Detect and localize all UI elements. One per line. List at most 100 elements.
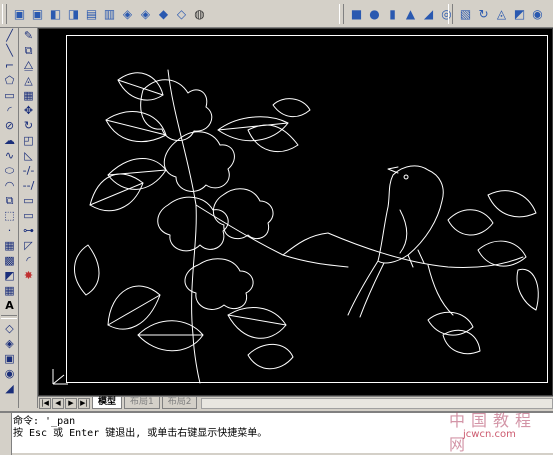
bird-head <box>387 166 399 174</box>
branch-stem <box>195 204 349 268</box>
3d-face-icon[interactable]: ◇ <box>1 321 18 336</box>
toolbar-grip[interactable] <box>339 4 344 24</box>
bird-body <box>377 165 444 264</box>
slice-icon[interactable]: ◬ <box>493 5 510 23</box>
leaf <box>89 173 144 212</box>
leaf <box>227 307 287 339</box>
view-back-icon[interactable]: ▥ <box>101 5 118 23</box>
layout-tabs-bar: |◀ ◀ ▶ ▶| 模型 布局1 布局2 <box>38 396 553 409</box>
cylinder-icon[interactable]: ▮ <box>384 5 401 23</box>
tab-model[interactable]: 模型 <box>92 397 123 409</box>
3d-box-icon[interactable]: ▣ <box>1 351 18 366</box>
branch-stem <box>167 69 201 384</box>
hatch-icon[interactable]: ▦ <box>1 238 18 253</box>
ellipse-arc-icon[interactable]: ◠ <box>1 178 18 193</box>
insert-block-icon[interactable]: ⧉ <box>1 193 18 208</box>
make-block-icon[interactable]: ⬚ <box>1 208 18 223</box>
view-left-icon[interactable]: ◧ <box>47 5 64 23</box>
circle-icon[interactable]: ⊘ <box>1 118 18 133</box>
bird-tail <box>347 260 385 318</box>
join-icon[interactable]: ⊶ <box>20 223 37 238</box>
flower <box>163 131 235 192</box>
ellipse-icon[interactable]: ⬭ <box>1 163 18 178</box>
3d-sphere-icon[interactable]: ◉ <box>1 366 18 381</box>
line-icon[interactable]: ╱ <box>1 28 18 43</box>
xline-icon[interactable]: ╲ <box>1 43 18 58</box>
toolbar-grip[interactable] <box>2 4 7 24</box>
break-at-point-icon[interactable]: ▭ <box>20 193 37 208</box>
solids-toolbar: ■ ● ▮ ▲ ◢ ◎ <box>339 3 455 25</box>
leaf <box>247 343 294 370</box>
iso-nw-icon[interactable]: ◇ <box>173 5 190 23</box>
polygon-icon[interactable]: ⬠ <box>1 73 18 88</box>
region-icon[interactable]: ◩ <box>1 268 18 283</box>
prev-tab-button[interactable]: ◀ <box>52 397 64 409</box>
section-icon[interactable]: ◩ <box>511 5 528 23</box>
camera-icon[interactable]: ◍ <box>191 5 208 23</box>
union-icon[interactable]: ◉ <box>529 5 546 23</box>
leaf <box>272 98 311 118</box>
stretch-icon[interactable]: ◺ <box>20 148 37 163</box>
solid-edit-toolbar: ▧ ↻ ◬ ◩ ◉ <box>448 3 546 25</box>
break-icon[interactable]: ▭ <box>20 208 37 223</box>
copy-icon[interactable]: ⧉ <box>20 43 37 58</box>
leaf <box>477 240 527 267</box>
view-front-icon[interactable]: ▤ <box>83 5 100 23</box>
gradient-icon[interactable]: ▩ <box>1 253 18 268</box>
tab-layout2[interactable]: 布局2 <box>161 397 198 409</box>
arc-icon[interactable]: ◜ <box>1 103 18 118</box>
view-bottom-icon[interactable]: ▣ <box>29 5 46 23</box>
first-tab-button[interactable]: |◀ <box>39 397 51 409</box>
leaf-vein <box>89 79 289 336</box>
wedge-icon[interactable]: ◢ <box>420 5 437 23</box>
iso-se-icon[interactable]: ◈ <box>137 5 154 23</box>
trim-icon[interactable]: -/- <box>20 163 37 178</box>
box-icon[interactable]: ■ <box>348 5 365 23</box>
3d-mesh-icon[interactable]: ◈ <box>1 336 18 351</box>
ucs-icon <box>52 369 68 385</box>
iso-ne-icon[interactable]: ◆ <box>155 5 172 23</box>
explode-icon[interactable]: ✸ <box>20 268 37 283</box>
revolve-icon[interactable]: ↻ <box>475 5 492 23</box>
iso-sw-icon[interactable]: ◈ <box>119 5 136 23</box>
leaf <box>105 111 167 143</box>
scale-icon[interactable]: ◰ <box>20 133 37 148</box>
extend-icon[interactable]: --/ <box>20 178 37 193</box>
extrude-icon[interactable]: ▧ <box>457 5 474 23</box>
rotate-icon[interactable]: ↻ <box>20 118 37 133</box>
rectangle-icon[interactable]: ▭ <box>1 88 18 103</box>
move-icon[interactable]: ✥ <box>20 103 37 118</box>
model-space[interactable] <box>48 35 548 389</box>
cone-icon[interactable]: ▲ <box>402 5 419 23</box>
table-icon[interactable]: ▦ <box>1 283 18 298</box>
pline-icon[interactable]: ⌐ <box>1 58 18 73</box>
command-prompt-line: 按 Esc 或 Enter 键退出, 或单击右键显示快捷菜单。 <box>13 428 268 439</box>
chamfer-icon[interactable]: ◸ <box>20 238 37 253</box>
3d-wedge-icon[interactable]: ◢ <box>1 381 18 396</box>
offset-icon[interactable]: ◬ <box>20 73 37 88</box>
mtext-icon[interactable]: A <box>1 298 18 313</box>
view-top-icon[interactable]: ▣ <box>11 5 28 23</box>
revcloud-icon[interactable]: ☁ <box>1 133 18 148</box>
last-tab-button[interactable]: ▶| <box>78 397 90 409</box>
mirror-icon[interactable]: ⧋ <box>20 58 37 73</box>
next-tab-button[interactable]: ▶ <box>65 397 77 409</box>
toolbar-grip[interactable] <box>448 4 453 24</box>
array-icon[interactable]: ▦ <box>20 88 37 103</box>
modify-toolbar: ✎ ⧉ ⧋ ◬ ▦ ✥ ↻ ◰ ◺ -/- --/ ▭ ▭ ⊶ ◸ ◜ ✸ <box>19 28 38 408</box>
erase-icon[interactable]: ✎ <box>20 28 37 43</box>
sphere-icon[interactable]: ● <box>366 5 383 23</box>
top-toolbar: ▣ ▣ ◧ ◨ ▤ ▥ ◈ ◈ ◆ ◇ ◍ ■ ● ▮ ▲ ◢ ◎ ▧ ↻ ◬ … <box>0 0 553 28</box>
command-line[interactable]: 命令: '_pan 按 Esc 或 Enter 键退出, 或单击右键显示快捷菜单… <box>0 411 553 455</box>
branch-stem <box>427 264 454 316</box>
horizontal-scrollbar[interactable] <box>201 397 553 409</box>
branch-stem <box>282 232 329 256</box>
bird-wing <box>399 209 408 254</box>
drawing-area[interactable] <box>38 28 553 396</box>
fillet-icon[interactable]: ◜ <box>20 253 37 268</box>
command-line-grip[interactable] <box>0 413 12 455</box>
point-icon[interactable]: · <box>1 223 18 238</box>
spline-icon[interactable]: ∿ <box>1 148 18 163</box>
tab-layout1[interactable]: 布局1 <box>124 397 160 409</box>
view-right-icon[interactable]: ◨ <box>65 5 82 23</box>
